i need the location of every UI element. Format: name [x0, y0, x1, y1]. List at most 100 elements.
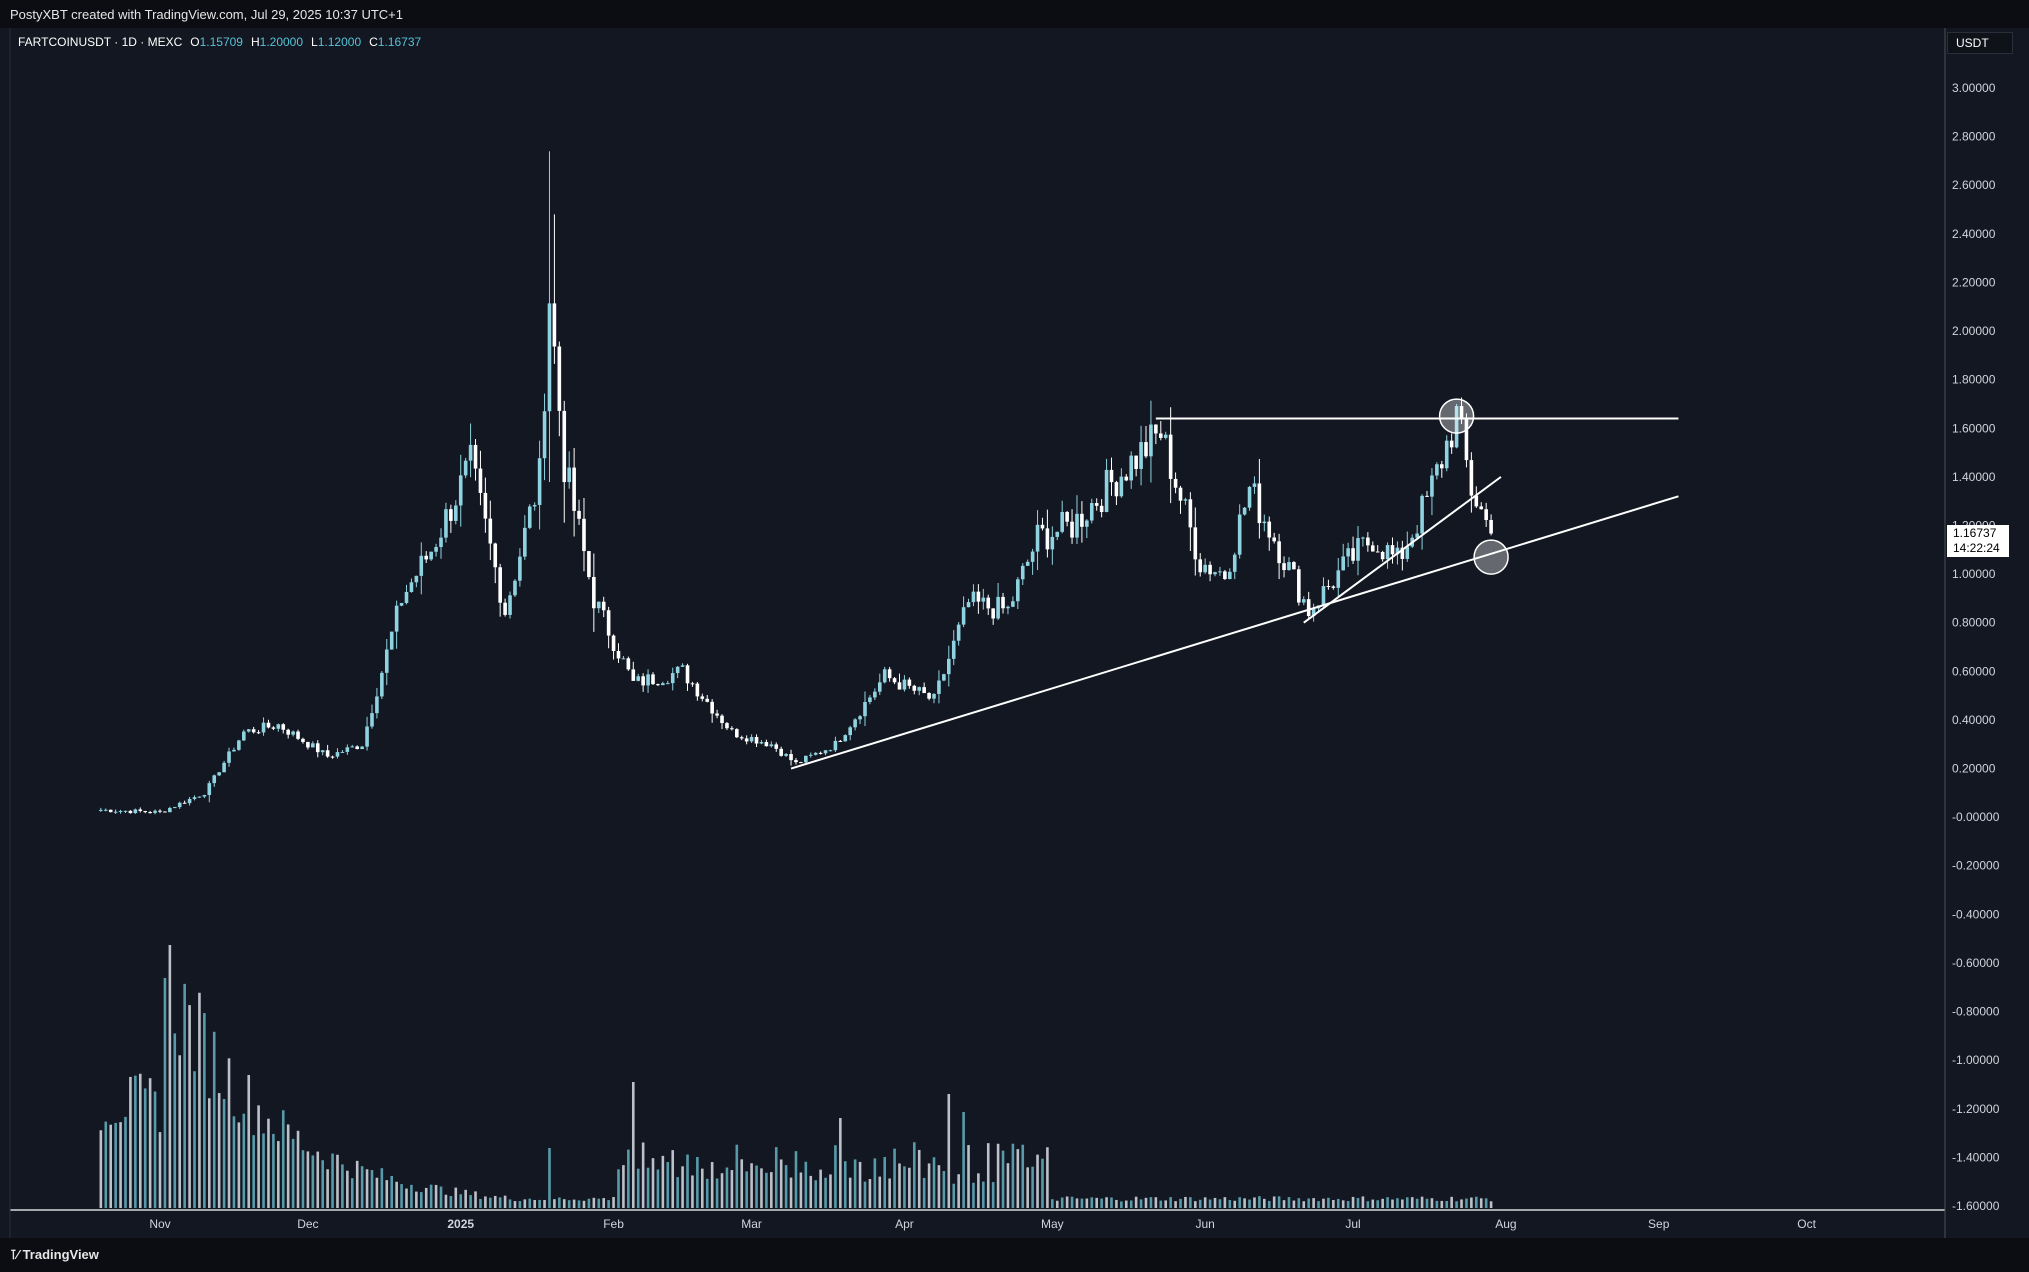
candle-body — [1075, 513, 1079, 538]
volume-bar — [1065, 1196, 1069, 1208]
y-tick-label: 0.20000 — [1952, 762, 1996, 776]
volume-bar — [301, 1150, 305, 1208]
volume-bar — [1174, 1201, 1177, 1208]
volume-bar — [982, 1181, 985, 1208]
candle-body — [394, 605, 399, 632]
volume-bar — [1154, 1197, 1158, 1208]
candle-body — [1060, 511, 1064, 532]
candle-body — [927, 693, 931, 699]
volume-bar — [148, 1078, 152, 1208]
volume-bar — [242, 1113, 246, 1208]
volume-bar — [252, 1135, 255, 1208]
volume-bar — [972, 1182, 975, 1208]
candle-body — [1163, 434, 1168, 438]
candle-body — [1282, 563, 1286, 571]
volume-bar — [316, 1151, 320, 1208]
volume-bar — [878, 1176, 882, 1208]
volume-bar — [395, 1181, 398, 1208]
y-tick-label: -0.80000 — [1952, 1005, 2000, 1019]
candle-body — [848, 727, 852, 736]
candle-body — [429, 551, 433, 560]
y-tick-label: 3.00000 — [1952, 81, 1996, 95]
candle-body — [1094, 503, 1099, 506]
volume-bar — [1110, 1197, 1113, 1208]
candle-body — [523, 527, 527, 557]
candle-body — [833, 740, 838, 751]
volume-bar — [651, 1158, 655, 1208]
candle-body — [1292, 562, 1296, 570]
candle-body — [720, 715, 724, 724]
volume-bar — [710, 1162, 714, 1208]
candle-body — [626, 658, 631, 670]
candle-body — [1139, 442, 1143, 469]
candle-body — [1080, 513, 1084, 527]
volume-bar — [1115, 1199, 1118, 1208]
y-tick-label: 2.00000 — [1952, 324, 1996, 338]
candle-body — [1425, 495, 1429, 497]
candle-body — [276, 724, 281, 729]
candle-body — [168, 807, 172, 813]
candle-body — [680, 665, 685, 667]
candle-body — [1203, 564, 1207, 573]
x-axis-label: Dec — [297, 1217, 318, 1231]
candle-body — [153, 810, 157, 813]
candle-body — [118, 810, 123, 812]
candle-body — [1287, 562, 1291, 571]
candle-body — [735, 729, 739, 738]
y-tick-label: 2.40000 — [1952, 227, 1996, 241]
volume-bar — [212, 1031, 216, 1208]
volume-bar — [1366, 1201, 1370, 1208]
volume-bar — [479, 1198, 482, 1208]
candle-body — [320, 750, 325, 753]
candle-body — [449, 509, 453, 521]
volume-bar — [1144, 1197, 1148, 1208]
candle-body — [892, 678, 897, 683]
candle-body — [690, 683, 695, 685]
volume-bar — [1381, 1198, 1384, 1208]
candle-body — [996, 596, 1000, 619]
y-tick-label: 1.40000 — [1952, 470, 1996, 484]
volume-bar — [232, 1116, 236, 1208]
currency-selector[interactable]: USDT — [1947, 32, 2013, 54]
volume-bar — [977, 1173, 980, 1208]
volume-bar — [868, 1179, 872, 1208]
volume-bar — [631, 1082, 635, 1208]
volume-bar — [370, 1170, 374, 1208]
y-tick-label: -1.60000 — [1952, 1199, 2000, 1213]
volume-bar — [390, 1175, 394, 1208]
last-price-value: 1.16737 — [1953, 526, 1997, 540]
volume-bar — [360, 1166, 364, 1208]
y-tick-label: 1.00000 — [1952, 567, 1996, 581]
volume-bar — [1272, 1196, 1276, 1208]
candle-body — [1375, 551, 1380, 553]
volume-bar — [1277, 1196, 1281, 1208]
candle-body — [1099, 505, 1104, 512]
candle-body — [774, 744, 779, 749]
volume-bar — [558, 1197, 561, 1208]
volume-bar — [1046, 1147, 1049, 1208]
candle-body — [488, 518, 493, 544]
volume-bar — [143, 1088, 147, 1208]
x-axis-label: Sep — [1648, 1217, 1670, 1231]
volume-bar — [1253, 1197, 1256, 1208]
volume-bar — [1203, 1197, 1207, 1208]
volume-bar — [503, 1195, 507, 1208]
volume-bar — [627, 1149, 630, 1208]
volume-bar — [419, 1192, 423, 1208]
chart-area[interactable]: 3.00000 2.80000 2.60000 2.40000 2.20000 2.000… — [0, 28, 2029, 1238]
volume-bar — [617, 1169, 620, 1208]
volume-bar — [1100, 1198, 1103, 1208]
candle-body — [1484, 509, 1488, 521]
volume-bar — [168, 945, 172, 1208]
candle-body — [897, 682, 902, 690]
candle-body — [804, 755, 808, 763]
volume-bar — [696, 1156, 699, 1208]
volume-bar — [774, 1147, 778, 1208]
volume-bar — [1292, 1200, 1296, 1208]
candle-body — [409, 582, 414, 592]
candle-body — [1129, 455, 1134, 481]
candle-body — [725, 723, 729, 729]
low-label: L — [311, 35, 318, 49]
volume-bar — [760, 1168, 763, 1208]
candle-body — [966, 602, 971, 608]
